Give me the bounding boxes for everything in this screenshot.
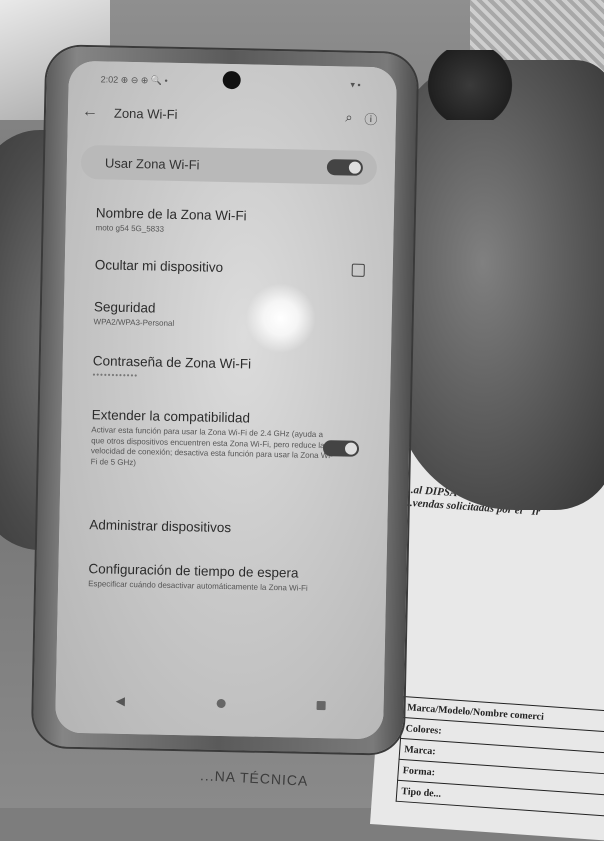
extend-compatibility-toggle[interactable] (322, 440, 360, 457)
setting-extend-compatibility[interactable]: Extender la compatibilidad Activar esta … (90, 407, 360, 472)
toggle-knob (348, 161, 362, 174)
paper-table: Marca/Modelo/Nombre comerci Colores: Mar… (396, 696, 604, 816)
setting-security[interactable]: Seguridad WPA2/WPA3-Personal (93, 299, 364, 333)
home-icon[interactable] (216, 698, 226, 708)
search-icon[interactable]: ⌕ (338, 109, 360, 125)
status-time: 2:02 (100, 73, 119, 85)
hotspot-master-switch[interactable]: Usar Zona Wi-Fi (80, 144, 378, 186)
recents-icon[interactable] (316, 700, 326, 710)
master-switch-label: Usar Zona Wi-Fi (104, 154, 200, 172)
setting-subtitle: Activar esta función para usar la Zona W… (90, 425, 333, 467)
hide-device-checkbox[interactable] (351, 263, 365, 277)
status-indicators: ⊕ ⊖ ⊕ 🔍 • (120, 74, 168, 86)
back-nav-icon[interactable]: ◀ (116, 694, 126, 708)
help-icon[interactable]: ⓘ (360, 108, 382, 127)
arrow-left-icon[interactable]: ← (82, 103, 104, 121)
phone: 2:02 ⊕ ⊖ ⊕ 🔍 • ▾ ▪ ← Zona Wi-Fi ⌕ ⓘ Usar… (32, 46, 418, 754)
right-hand (395, 60, 604, 510)
signal-icon: ▾ ▪ (350, 79, 361, 90)
setting-hotspot-name[interactable]: Nombre de la Zona Wi-Fi moto g54 5G_5833 (95, 205, 366, 239)
toggle-knob (344, 442, 358, 455)
phone-screen: 2:02 ⊕ ⊖ ⊕ 🔍 • ▾ ▪ ← Zona Wi-Fi ⌕ ⓘ Usar… (54, 60, 398, 740)
setting-timeout[interactable]: Configuración de tiempo de espera Especi… (88, 561, 359, 595)
bracelet (410, 50, 530, 120)
master-toggle[interactable] (326, 159, 364, 176)
page-title: Zona Wi-Fi (113, 105, 178, 122)
